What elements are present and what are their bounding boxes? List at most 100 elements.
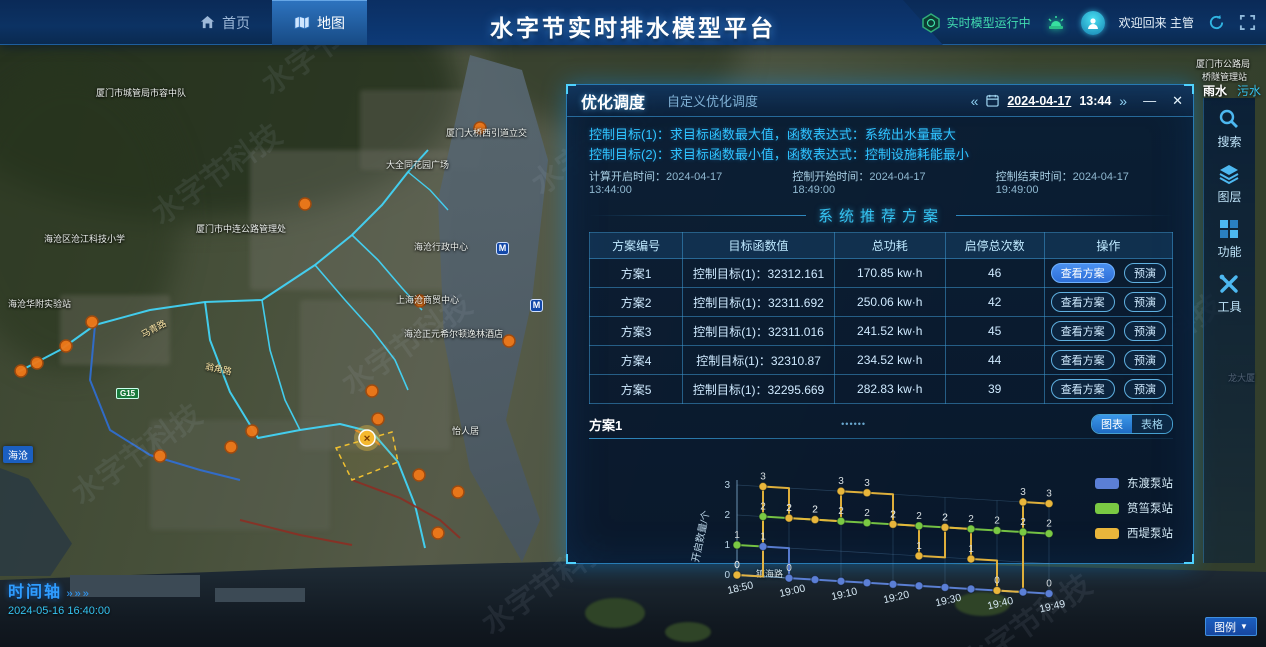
role-label: 主管 xyxy=(1170,16,1194,30)
calendar-icon[interactable] xyxy=(986,94,999,107)
screen: ✕ 厦门市城管局市容中队厦门市中连公路管理处海沧区沧江科技小学海沧华附实验站海沧… xyxy=(0,0,1266,647)
power-cell: 234.52 kw·h xyxy=(834,346,945,375)
view-plan-button[interactable]: 查看方案 xyxy=(1051,321,1115,341)
switch-count-cell: 46 xyxy=(945,259,1044,288)
legend-item[interactable]: 西堤泵站 xyxy=(1095,525,1173,541)
tools-icon xyxy=(1218,273,1240,295)
road-shield: G15 xyxy=(116,388,139,399)
legend-item[interactable]: 筼筜泵站 xyxy=(1095,500,1173,516)
preview-button[interactable]: 预演 xyxy=(1124,350,1166,370)
date-prev-button[interactable]: « xyxy=(971,93,979,109)
power-cell: 250.06 kw·h xyxy=(834,288,945,317)
preview-button[interactable]: 预演 xyxy=(1124,379,1166,399)
view-plan-button[interactable]: 查看方案 xyxy=(1051,350,1115,370)
selected-plan-label: 方案1 xyxy=(589,415,622,434)
table-row: 方案4 控制目标(1)：32310.87 234.52 kw·h 44 查看方案… xyxy=(590,346,1173,375)
actions-cell: 查看方案 预演 xyxy=(1044,317,1172,346)
svg-text:0: 0 xyxy=(724,570,730,581)
svg-text:2: 2 xyxy=(1046,519,1052,530)
map-poi-label: 海沧华附实验站 xyxy=(8,297,71,310)
svg-text:2: 2 xyxy=(942,512,948,523)
map-poi-label: 厦门市公路局 xyxy=(1196,57,1250,70)
pipe-line xyxy=(18,150,428,372)
alarm-marker[interactable] xyxy=(225,441,237,453)
mode-tab-sewage[interactable]: 污水 xyxy=(1237,82,1261,99)
map-legend-button[interactable]: 图例 ▼ xyxy=(1205,617,1257,636)
dialog-header: 优化调度 自定义优化调度 « 2024-04-17 13:44 » — ✕ xyxy=(567,85,1193,117)
svg-text:2: 2 xyxy=(916,511,922,522)
svg-text:19:00: 19:00 xyxy=(778,582,806,600)
date-picker[interactable]: 2024-04-17 xyxy=(1007,94,1071,108)
minimize-button[interactable]: — xyxy=(1143,93,1156,108)
svg-text:3: 3 xyxy=(724,480,730,491)
table-header: 启停总次数 xyxy=(945,233,1044,259)
decor-dots: •••••• xyxy=(841,419,866,429)
preview-button[interactable]: 预演 xyxy=(1124,292,1166,312)
switch-count-cell: 45 xyxy=(945,317,1044,346)
svg-text:2: 2 xyxy=(812,505,818,516)
actions-cell: 查看方案 预演 xyxy=(1044,288,1172,317)
fullscreen-icon[interactable] xyxy=(1239,14,1256,31)
alarm-marker[interactable] xyxy=(86,316,98,328)
timeline-widget[interactable]: 时间轴 »»» 2024-05-16 16:40:00 xyxy=(8,578,110,617)
alarm-marker[interactable] xyxy=(452,486,464,498)
toggle-table[interactable]: 表格 xyxy=(1132,415,1172,433)
sidebar-item-search[interactable]: 搜索 xyxy=(1217,108,1241,150)
table-row: 方案1 控制目标(1)：32312.161 170.85 kw·h 46 查看方… xyxy=(590,259,1173,288)
alarm-marker[interactable] xyxy=(432,527,444,539)
map-tool-sidebar: 搜索 图层 功能 工具 xyxy=(1203,98,1255,563)
alarm-marker[interactable] xyxy=(366,385,378,397)
svg-text:0: 0 xyxy=(994,576,1000,587)
table-header: 方案编号 xyxy=(590,233,683,259)
user-avatar[interactable] xyxy=(1081,11,1105,35)
alarm-marker[interactable] xyxy=(299,198,311,210)
nav-tab-home[interactable]: 首页 xyxy=(178,0,272,45)
preview-button[interactable]: 预演 xyxy=(1124,321,1166,341)
alarm-marker[interactable] xyxy=(372,413,384,425)
alert-marker-glyph: ✕ xyxy=(363,434,371,444)
alarm-marker[interactable] xyxy=(60,340,72,352)
svg-text:3: 3 xyxy=(864,478,870,489)
mode-tab-rainwater[interactable]: 雨水 xyxy=(1203,82,1227,99)
power-cell: 282.83 kw·h xyxy=(834,375,945,404)
time-display: 13:44 xyxy=(1079,94,1111,108)
alarm-marker[interactable] xyxy=(154,450,166,462)
svg-text:0: 0 xyxy=(1046,579,1052,590)
sidebar-item-tools[interactable]: 工具 xyxy=(1217,273,1241,315)
table-header: 操作 xyxy=(1044,233,1172,259)
control-objective-2: 控制目标(2)：求目标函数最小值，函数表达式：控制设施耗能最小 xyxy=(589,145,1173,165)
alarm-marker[interactable] xyxy=(15,365,27,377)
sidebar-item-layers[interactable]: 图层 xyxy=(1217,163,1241,205)
pipe-line xyxy=(352,480,460,538)
alarm-marker[interactable] xyxy=(31,357,43,369)
alarm-marker[interactable] xyxy=(413,469,425,481)
close-button[interactable]: ✕ xyxy=(1172,93,1183,109)
district-label: 海沧 xyxy=(3,446,33,463)
svg-text:2: 2 xyxy=(760,502,766,513)
toggle-chart[interactable]: 图表 xyxy=(1092,415,1132,433)
sidebar-item-grid[interactable]: 功能 xyxy=(1217,218,1241,260)
alarm-marker[interactable] xyxy=(246,425,258,437)
plan-id-cell: 方案4 xyxy=(590,346,683,375)
pipe-line xyxy=(205,302,425,548)
nav-tab-map[interactable]: 地图 xyxy=(272,0,367,45)
date-next-button[interactable]: » xyxy=(1119,93,1127,109)
svg-text:0: 0 xyxy=(786,563,792,574)
actions-cell: 查看方案 预演 xyxy=(1044,346,1172,375)
view-plan-button[interactable]: 查看方案 xyxy=(1051,263,1115,283)
alarm-siren-icon[interactable] xyxy=(1045,12,1067,34)
legend-item[interactable]: 东渡泵站 xyxy=(1095,475,1173,491)
objective-value-cell: 控制目标(1)：32311.016 xyxy=(683,317,835,346)
svg-text:2: 2 xyxy=(1020,517,1026,528)
divider xyxy=(956,215,1173,216)
recommended-plans-title: 系统推荐方案 xyxy=(818,205,944,226)
view-plan-button[interactable]: 查看方案 xyxy=(1051,292,1115,312)
view-plan-button[interactable]: 查看方案 xyxy=(1051,379,1115,399)
preview-button[interactable]: 预演 xyxy=(1124,263,1166,283)
map-poi-label: 海沧正元希尔顿逸林酒店 xyxy=(404,327,503,340)
alarm-marker[interactable] xyxy=(503,335,515,347)
tab-custom-dispatch[interactable]: 自定义优化调度 xyxy=(667,91,758,110)
table-row: 方案2 控制目标(1)：32311.692 250.06 kw·h 42 查看方… xyxy=(590,288,1173,317)
refresh-icon[interactable] xyxy=(1208,14,1225,31)
svg-text:1: 1 xyxy=(916,541,922,552)
